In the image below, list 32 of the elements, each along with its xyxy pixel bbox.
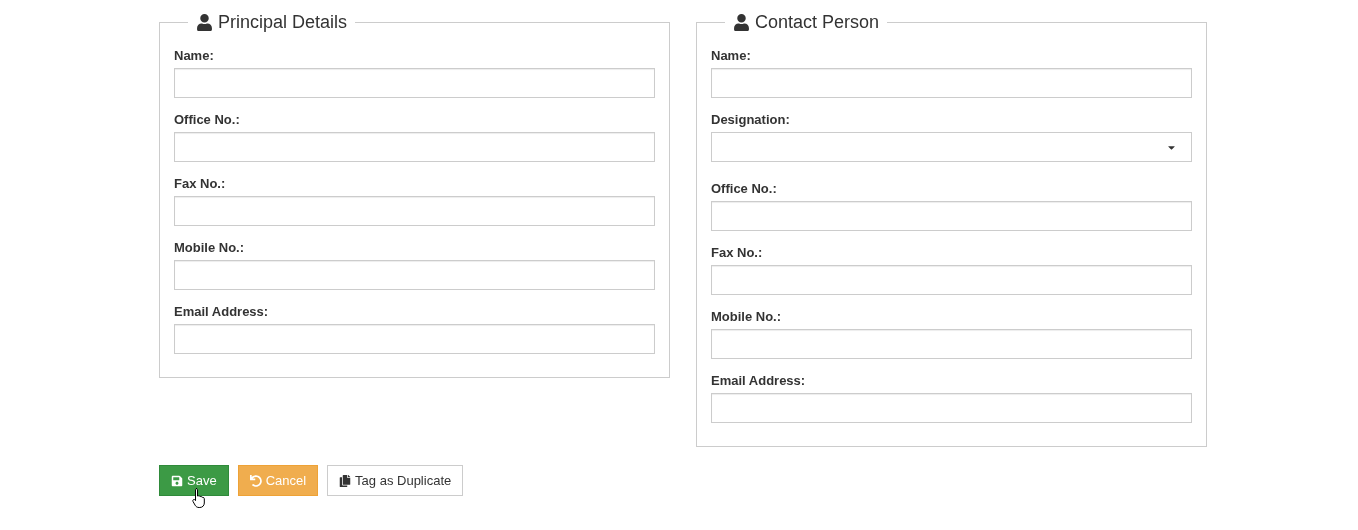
field-label: Office No.: — [711, 181, 778, 197]
hand-cursor-icon — [192, 487, 206, 509]
action-button[interactable]: Tag as Duplicate — [327, 465, 464, 496]
field-label: Fax No.: — [711, 245, 764, 261]
input-field[interactable] — [711, 265, 1192, 295]
field-label: Office No.: — [174, 112, 241, 128]
input-field[interactable] — [174, 68, 655, 98]
input-field[interactable] — [174, 132, 655, 162]
action-button[interactable]: Cancel — [237, 465, 319, 496]
action-button[interactable]: Save — [159, 465, 229, 496]
input-field[interactable] — [711, 329, 1192, 359]
panel-title: Contact Person — [755, 11, 880, 34]
input-field[interactable] — [174, 260, 655, 290]
undo-icon — [249, 474, 262, 487]
input-field[interactable] — [711, 393, 1192, 423]
field-label: Mobile No.: — [711, 309, 783, 325]
input-field[interactable] — [711, 68, 1192, 98]
dropdown-field[interactable] — [711, 132, 1192, 162]
input-field[interactable] — [174, 324, 655, 354]
input-field[interactable] — [711, 201, 1192, 231]
panel-title: Principal Details — [218, 11, 348, 34]
input-field[interactable] — [174, 196, 655, 226]
field-label: Designation: — [711, 112, 791, 128]
user-icon — [733, 13, 750, 31]
field-label: Email Address: — [174, 304, 270, 320]
copy-icon — [339, 474, 352, 487]
user-icon — [196, 13, 213, 31]
field-label: Mobile No.: — [174, 240, 246, 256]
field-label: Fax No.: — [174, 176, 227, 192]
field-label: Email Address: — [711, 373, 807, 389]
field-label: Name: — [174, 48, 215, 64]
field-label: Name: — [711, 48, 752, 64]
